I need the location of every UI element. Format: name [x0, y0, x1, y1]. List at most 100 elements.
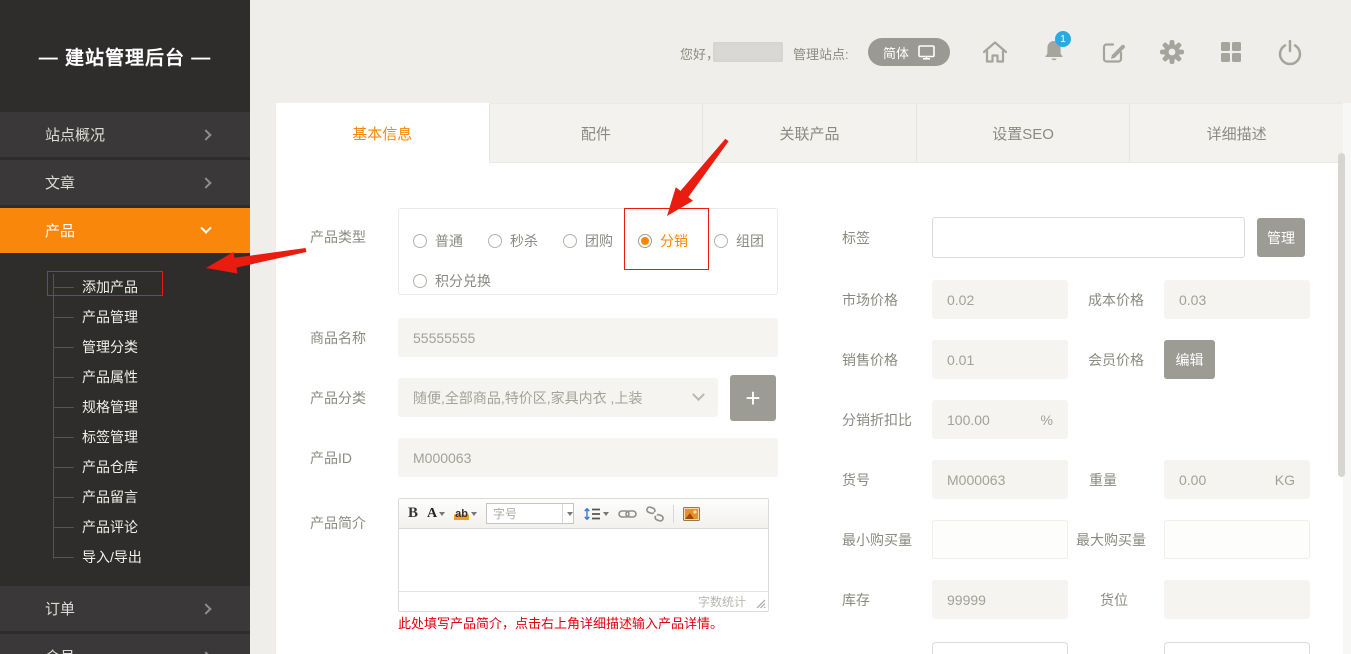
highlight-button[interactable]: ab	[454, 508, 477, 520]
sale-price-label: 销售价格	[842, 340, 898, 379]
cost-price-input[interactable]: 0.03	[1164, 280, 1310, 319]
product-name-input[interactable]: 55555555	[398, 318, 778, 357]
submenu-item-messages[interactable]: 产品留言	[0, 482, 250, 512]
submenu-item-warehouse[interactable]: 产品仓库	[0, 452, 250, 482]
tab-seo[interactable]: 设置SEO	[917, 103, 1131, 163]
min-purchase-input[interactable]	[932, 520, 1068, 559]
submenu-item-product-attrs[interactable]: 产品属性	[0, 362, 250, 392]
submenu-item-tag-manage[interactable]: 标签管理	[0, 422, 250, 452]
tab-accessories[interactable]: 配件	[490, 103, 704, 163]
item-number-label: 货号	[842, 460, 870, 499]
product-id-input[interactable]: M000063	[398, 438, 778, 477]
sidebar-item-members[interactable]: 会员	[0, 634, 250, 654]
radio-selected-icon	[638, 234, 652, 248]
max-purchase-label: 最大购买量	[1076, 520, 1146, 559]
sidebar-item-site-overview[interactable]: 站点概况	[0, 112, 250, 157]
partial-input-left[interactable]	[932, 642, 1068, 654]
dropdown-arrow-icon	[567, 512, 573, 516]
sale-price-input[interactable]: 0.01	[932, 340, 1068, 379]
sidebar: — 建站管理后台 — 站点概况 文章 产品 添加产品 产品管理 管理分类 产品属…	[0, 0, 250, 654]
cost-price-label: 成本价格	[1088, 280, 1144, 319]
chevron-down-icon	[692, 388, 705, 401]
notification-badge: 1	[1055, 31, 1071, 47]
tab-detail-description[interactable]: 详细描述	[1130, 103, 1343, 163]
sidebar-item-products[interactable]: 产品	[0, 208, 250, 253]
radio-icon	[413, 274, 427, 288]
bold-button[interactable]: B	[408, 505, 418, 522]
chevron-right-icon	[200, 129, 211, 140]
submenu-item-category-manage[interactable]: 管理分类	[0, 332, 250, 362]
submenu-item-add-product[interactable]: 添加产品	[0, 272, 250, 302]
header-icons: 1	[977, 35, 1308, 69]
intro-helper-note: 此处填写产品简介，点击右上角详细描述输入产品详情。	[398, 613, 723, 632]
settings-button[interactable]	[1154, 35, 1190, 69]
sidebar-item-articles[interactable]: 文章	[0, 160, 250, 205]
submenu-item-spec-manage[interactable]: 规格管理	[0, 392, 250, 422]
remove-link-button[interactable]	[646, 506, 664, 522]
power-icon	[1277, 39, 1303, 66]
submenu-item-reviews[interactable]: 产品评论	[0, 512, 250, 542]
min-purchase-label: 最小购买量	[842, 520, 912, 559]
distribution-ratio-label: 分销折扣比	[842, 400, 912, 439]
sidebar-item-label: 订单	[45, 598, 75, 619]
tab-related-products[interactable]: 关联产品	[703, 103, 917, 163]
resize-grip-icon[interactable]	[756, 599, 766, 609]
radio-normal[interactable]: 普通	[413, 231, 463, 251]
notifications-button[interactable]: 1	[1036, 35, 1072, 69]
gear-icon	[1159, 39, 1185, 65]
partial-input-right[interactable]	[1164, 642, 1310, 654]
font-color-button[interactable]: A	[427, 506, 445, 522]
rich-text-editor: B A ab 字号	[398, 498, 769, 612]
market-price-input[interactable]: 0.02	[932, 280, 1068, 319]
image-icon	[683, 507, 700, 521]
language-switch-button[interactable]: 简体	[868, 38, 950, 66]
item-number-input[interactable]: M000063	[932, 460, 1068, 499]
logout-button[interactable]	[1272, 35, 1308, 69]
sidebar-item-label: 站点概况	[45, 124, 105, 145]
radio-icon	[563, 234, 577, 248]
radio-icon	[413, 234, 427, 248]
insert-image-button[interactable]	[683, 507, 700, 521]
product-type-label: 产品类型	[310, 217, 366, 256]
scrollbar-thumb[interactable]	[1338, 153, 1345, 477]
radio-flash-sale[interactable]: 秒杀	[488, 231, 538, 251]
font-size-select[interactable]: 字号	[486, 503, 574, 524]
manage-tags-button[interactable]: 管理	[1257, 218, 1305, 257]
sidebar-item-orders[interactable]: 订单	[0, 586, 250, 631]
radio-distribution[interactable]: 分销	[638, 231, 688, 251]
editor-body[interactable]	[399, 529, 768, 591]
dropdown-arrow-icon	[439, 512, 445, 516]
tags-input[interactable]	[932, 217, 1245, 258]
tab-basic-info[interactable]: 基本信息	[276, 103, 490, 163]
home-button[interactable]	[977, 35, 1013, 69]
product-category-select[interactable]: 随便,全部商品,特价区,家具内衣 ,上装	[398, 378, 718, 417]
manage-site-label: 管理站点:	[793, 44, 849, 63]
stock-input[interactable]: 99999	[932, 580, 1068, 619]
username-redacted	[713, 42, 783, 62]
insert-link-button[interactable]	[618, 507, 637, 521]
edit-button[interactable]	[1095, 35, 1131, 69]
location-input[interactable]	[1164, 580, 1310, 619]
market-price-label: 市场价格	[842, 280, 898, 319]
radio-team-buy[interactable]: 组团	[714, 231, 764, 251]
percent-unit: %	[1041, 412, 1053, 428]
radio-points-exchange[interactable]: 积分兑换	[413, 271, 491, 291]
kg-unit: KG	[1275, 472, 1295, 488]
submenu-item-product-manage[interactable]: 产品管理	[0, 302, 250, 332]
line-height-button[interactable]	[583, 506, 609, 522]
weight-label: 重量	[1089, 460, 1117, 499]
apps-button[interactable]	[1213, 35, 1249, 69]
chevron-down-icon	[200, 222, 211, 233]
product-name-label: 商品名称	[310, 318, 366, 357]
weight-input[interactable]: 0.00 KG	[1164, 460, 1310, 499]
editor-toolbar: B A ab 字号	[399, 499, 768, 529]
product-category-label: 产品分类	[310, 378, 366, 417]
edit-member-price-button[interactable]: 编辑	[1164, 340, 1215, 379]
page: — 建站管理后台 — 站点概况 文章 产品 添加产品 产品管理 管理分类 产品属…	[0, 0, 1351, 654]
top-header: 您好， 管理站点: 简体 1	[250, 0, 1351, 103]
max-purchase-input[interactable]	[1164, 520, 1310, 559]
submenu-item-import-export[interactable]: 导入/导出	[0, 542, 250, 572]
distribution-ratio-input[interactable]: 100.00 %	[932, 400, 1068, 439]
add-category-button[interactable]: +	[730, 375, 776, 421]
radio-group-buy[interactable]: 团购	[563, 231, 613, 251]
